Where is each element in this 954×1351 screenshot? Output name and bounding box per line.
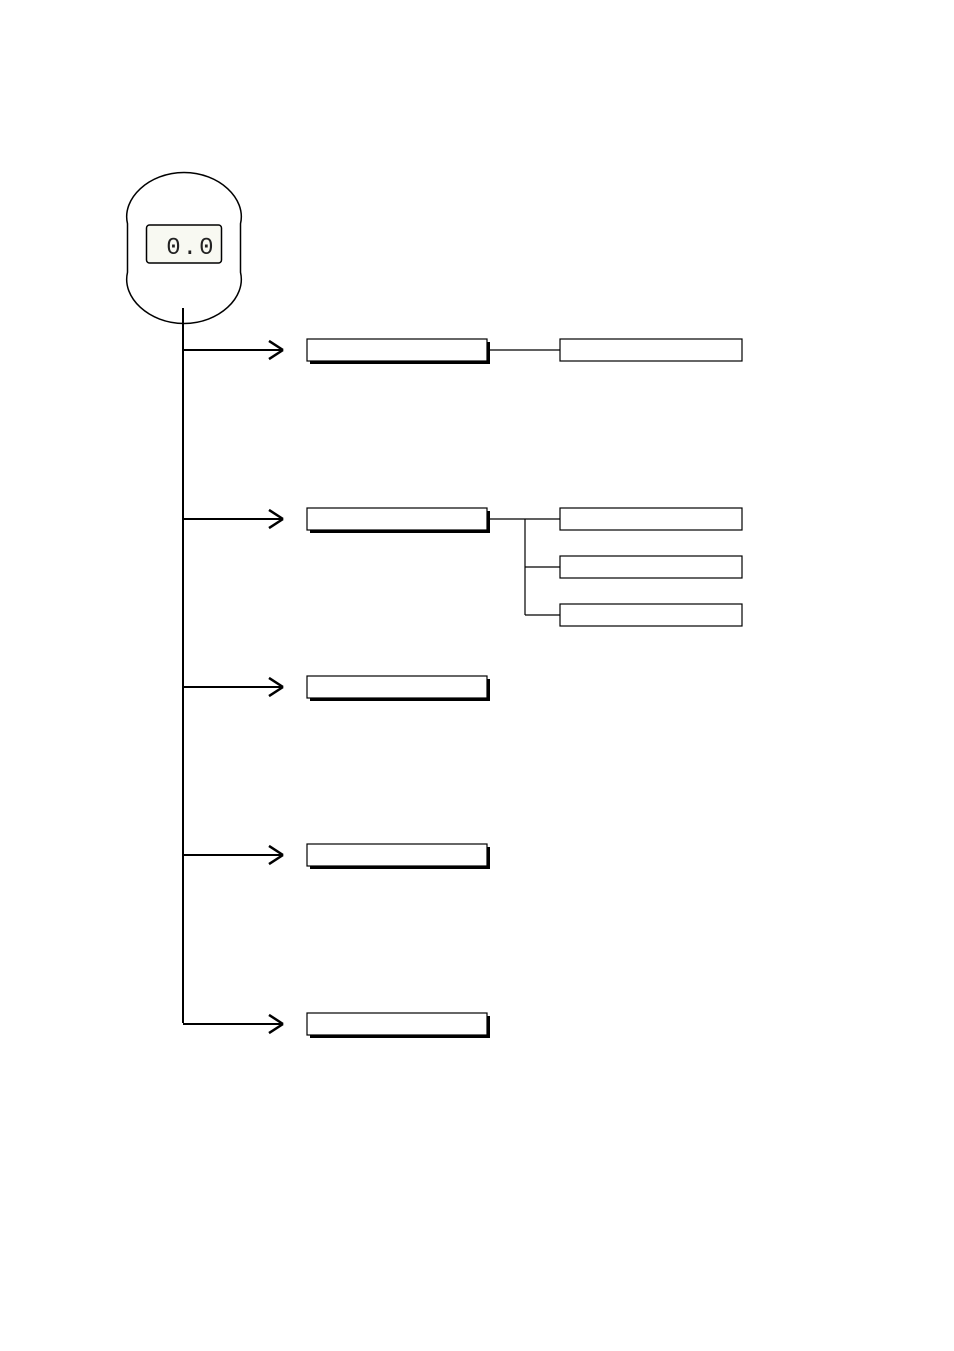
arrow-head [269,1024,283,1033]
arrow-head [269,519,283,528]
primary-box [307,844,487,866]
secondary-box [560,339,742,361]
secondary-box [560,556,742,578]
diagram-canvas: 0.0 [0,0,954,1351]
primary-box [307,1013,487,1035]
primary-box [307,339,487,361]
secondary-box [560,604,742,626]
arrow-head [269,341,283,350]
primary-box [307,676,487,698]
arrow-head [269,350,283,359]
primary-box [307,508,487,530]
arrow-head [269,687,283,696]
display-value: 0.0 [166,235,215,262]
arrow-head [269,1015,283,1024]
arrow-head [269,846,283,855]
arrow-head [269,510,283,519]
arrow-head [269,678,283,687]
arrow-head [269,855,283,864]
secondary-box [560,508,742,530]
